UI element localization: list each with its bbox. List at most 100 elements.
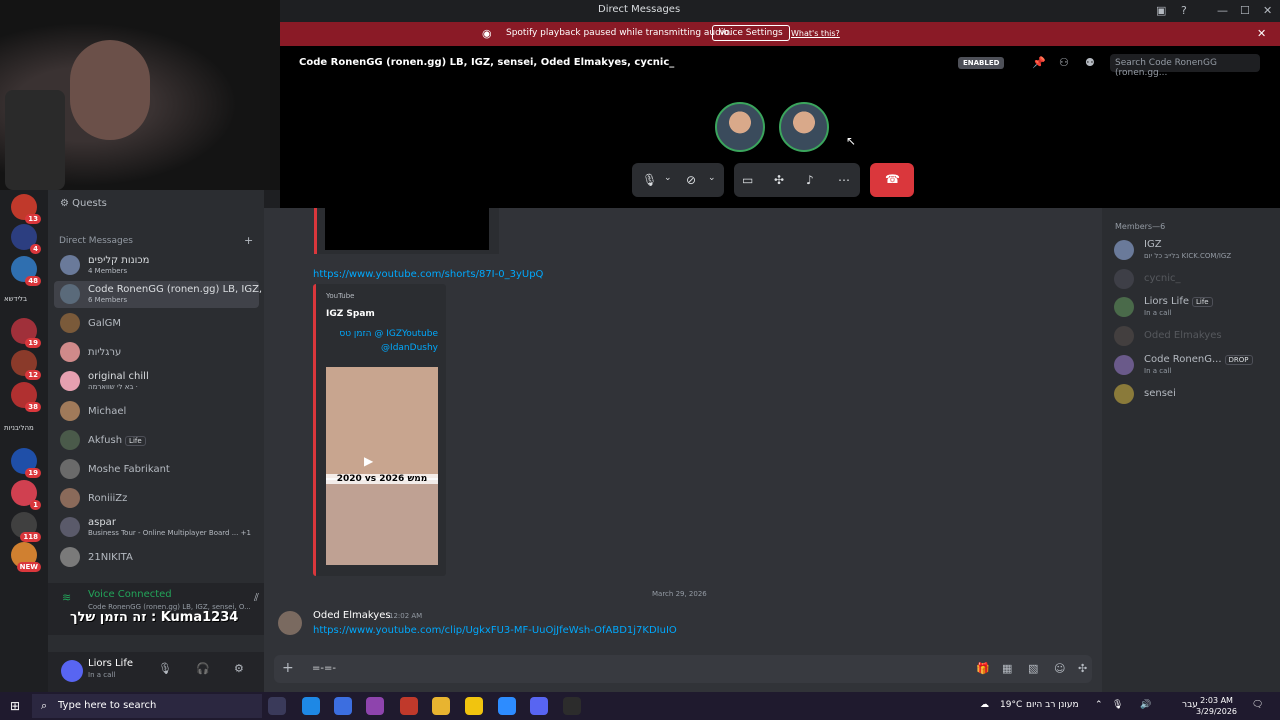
message-author[interactable]: Oded Elmakyes	[313, 610, 391, 621]
obs-icon[interactable]	[563, 697, 581, 715]
store-icon[interactable]	[334, 697, 352, 715]
notifications-icon[interactable]: 🗨	[1252, 700, 1263, 710]
server-icon[interactable]: 13	[11, 194, 41, 224]
whats-this-link[interactable]: What's this?	[791, 29, 840, 38]
member-item[interactable]: Code RonenG... DROP In a call	[1114, 352, 1276, 378]
create-dm-icon[interactable]: +	[244, 234, 253, 247]
gift-icon[interactable]: 🎁	[976, 662, 990, 675]
participant-avatar[interactable]	[779, 102, 829, 152]
close-window-button[interactable]: ✕	[1263, 4, 1272, 17]
chevron-down-icon[interactable]: ⌄	[664, 173, 672, 183]
signal-icon[interactable]: ≋	[62, 591, 71, 604]
member-item[interactable]: cycnic_	[1114, 266, 1276, 292]
microphone-icon[interactable]: 🎙	[642, 173, 657, 187]
dm-item[interactable]: Moshe Fabrikant	[54, 456, 259, 483]
weather-temp[interactable]: 19°C	[1000, 700, 1022, 710]
server-icon[interactable]: NEW	[11, 542, 41, 572]
server-label[interactable]: בלידשא	[4, 295, 27, 303]
app-icon[interactable]	[498, 697, 516, 715]
search-input[interactable]: Search Code RonenGG (ronen.gg...	[1110, 54, 1260, 78]
discord-icon[interactable]	[530, 697, 548, 715]
embed-title[interactable]: IGZ Spam	[326, 309, 375, 319]
avatar	[60, 255, 80, 275]
disconnect-button[interactable]: ☎	[870, 163, 914, 197]
server-icon[interactable]: 1	[11, 480, 41, 510]
dm-item[interactable]: aspar Business Tour - Online Multiplayer …	[54, 514, 259, 541]
spotify-banner: ◉ Spotify playback paused while transmit…	[280, 22, 1280, 46]
more-icon[interactable]: ⋯	[838, 173, 850, 187]
chevron-down-icon[interactable]: ⌄	[708, 173, 716, 183]
server-icon[interactable]: 118	[11, 512, 41, 542]
gif-icon[interactable]: ▦	[1002, 662, 1012, 675]
maximize-button[interactable]: ☐	[1240, 4, 1250, 17]
tray-arrow-icon[interactable]: ⌃	[1095, 700, 1103, 710]
screen-share-icon[interactable]: ▭	[742, 173, 753, 187]
pin-icon[interactable]: 📌	[1032, 56, 1046, 69]
soundboard-icon[interactable]: ♪	[806, 173, 814, 187]
avatar[interactable]	[278, 611, 302, 635]
speaker-icon[interactable]: 🔊	[1140, 700, 1151, 710]
dm-item[interactable]: Akfush Life	[54, 427, 259, 454]
camera-off-icon[interactable]: ⊘	[686, 173, 696, 187]
file-explorer-icon[interactable]	[465, 697, 483, 715]
office-icon[interactable]	[400, 697, 418, 715]
server-icon[interactable]: 12	[11, 350, 41, 380]
gear-icon[interactable]: ⚙	[234, 662, 244, 675]
participant-avatar[interactable]	[715, 102, 765, 152]
mic-tray-icon[interactable]: 🎙	[1112, 700, 1123, 710]
video-thumbnail[interactable]	[326, 367, 438, 565]
weather-icon[interactable]: ☁	[980, 700, 989, 710]
message-link[interactable]: https://www.youtube.com/shorts/87I-0_3yU…	[313, 269, 543, 280]
message-input-value[interactable]: =-=-	[312, 663, 336, 674]
voice-status[interactable]: Voice Connected	[88, 589, 172, 600]
minimize-button[interactable]: —	[1217, 4, 1228, 17]
clock[interactable]: 2:03 AM 3/29/2026	[1196, 695, 1237, 717]
dm-item[interactable]: Michael	[54, 398, 259, 425]
add-friends-icon[interactable]: ⚇	[1059, 56, 1069, 69]
avatar[interactable]	[61, 660, 83, 682]
headphones-icon[interactable]: 🎧	[196, 662, 210, 675]
windows-start-icon[interactable]: ⊞	[10, 699, 20, 713]
play-icon[interactable]: ▶	[364, 454, 373, 468]
dm-item[interactable]: Code RonenGG (ronen.gg) LB, IGZ, ... 6 Me…	[54, 281, 275, 308]
embed-description[interactable]: הזמן טס @ IGZYoutube @IdanDushy	[326, 327, 438, 355]
server-icon[interactable]: 48	[11, 256, 41, 286]
dm-item[interactable]: מכונות קליפים 4 Members	[54, 252, 259, 279]
member-item[interactable]: sensei	[1114, 381, 1276, 407]
username[interactable]: Liors Life	[88, 658, 133, 669]
attach-icon[interactable]: +	[282, 660, 294, 676]
quests-link[interactable]: ⚙ Quests	[60, 198, 107, 209]
member-item[interactable]: IGZ בלייב כל יום KICK.COM/IGZ	[1114, 237, 1276, 263]
member-item[interactable]: Liors Life Life In a call	[1114, 294, 1276, 320]
voice-settings-button[interactable]: Voice Settings	[712, 25, 790, 41]
dm-item[interactable]: ערגליות	[54, 339, 259, 366]
dm-item[interactable]: original chill בא לי שווארמה ·	[54, 368, 259, 395]
member-list-icon[interactable]: ⚉	[1085, 56, 1095, 69]
close-banner-icon[interactable]: ✕	[1257, 27, 1266, 40]
edge-icon[interactable]	[302, 697, 320, 715]
taskbar-search[interactable]: Type here to search	[32, 694, 262, 718]
dm-item[interactable]: 21NIKITA	[54, 544, 259, 571]
activities-icon[interactable]: ✣	[774, 173, 784, 187]
microphone-icon[interactable]: 🎙	[158, 662, 172, 675]
member-item[interactable]: Oded Elmakyes	[1114, 323, 1276, 349]
server-icon[interactable]: 4	[11, 224, 41, 254]
help-icon[interactable]: ?	[1181, 4, 1187, 17]
message-input[interactable]: + =-=- 🎁 ▦ ▧ ☺ ✣	[274, 655, 1092, 683]
dm-item[interactable]: GalGM	[54, 310, 259, 337]
copilot-icon[interactable]	[366, 697, 384, 715]
task-view-icon[interactable]	[268, 697, 286, 715]
server-icon[interactable]: 19	[11, 448, 41, 478]
dm-item[interactable]: RoniiiZz	[54, 485, 259, 512]
message-link[interactable]: https://www.youtube.com/clip/UgkxFU3-MF-…	[313, 625, 677, 636]
noise-suppression-icon[interactable]: ⫽	[254, 591, 259, 605]
weather-text[interactable]: מעונן רב היום	[1026, 700, 1079, 710]
server-icon[interactable]: 38	[11, 382, 41, 412]
inbox-icon[interactable]: ▣	[1156, 4, 1166, 17]
server-icon[interactable]: 19	[11, 318, 41, 348]
chrome-icon[interactable]	[432, 697, 450, 715]
sticker-icon[interactable]: ▧	[1028, 662, 1038, 675]
server-label[interactable]: מהליבניות	[4, 424, 34, 432]
apps-icon[interactable]: ✣	[1078, 662, 1087, 675]
emoji-icon[interactable]: ☺	[1054, 662, 1065, 675]
